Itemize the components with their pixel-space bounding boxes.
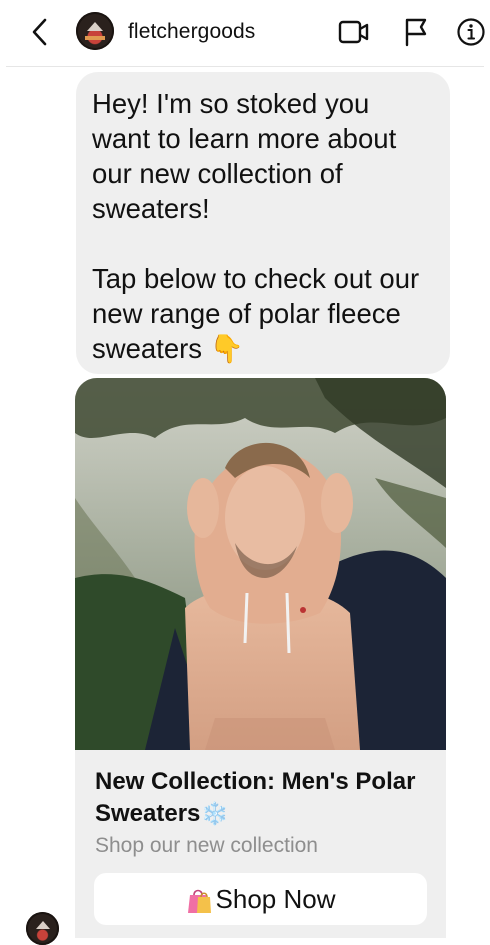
video-call-button[interactable]	[338, 16, 370, 48]
profile-avatar[interactable]	[76, 12, 114, 50]
message-bubble: Hey! I'm so stoked you want to learn mor…	[76, 72, 450, 374]
flag-icon	[405, 18, 427, 47]
info-button[interactable]	[455, 16, 487, 48]
card-subtitle: Shop our new collection	[95, 834, 318, 857]
sender-avatar[interactable]	[26, 912, 59, 945]
info-icon	[457, 18, 485, 46]
video-call-icon	[338, 20, 369, 44]
snowflake-emoji: ❄️	[201, 801, 229, 826]
shop-now-label: Shop Now	[215, 883, 336, 914]
shop-now-button[interactable]: Shop Now	[94, 873, 427, 925]
back-button[interactable]	[24, 16, 54, 48]
chat-header: fletchergoods	[0, 0, 490, 66]
header-divider	[6, 66, 484, 67]
shopping-bag-icon	[187, 889, 211, 913]
card-title: New Collection: Men's Polar Sweaters❄️	[95, 766, 425, 830]
product-card[interactable]: New Collection: Men's Polar Sweaters❄️ S…	[75, 378, 446, 938]
username[interactable]: fletchergoods	[128, 20, 255, 44]
card-title-text: New Collection: Men's Polar Sweaters	[95, 768, 416, 827]
product-photo[interactable]	[75, 378, 446, 750]
report-button[interactable]	[400, 16, 432, 48]
back-icon	[32, 18, 47, 46]
product-image	[75, 378, 446, 750]
